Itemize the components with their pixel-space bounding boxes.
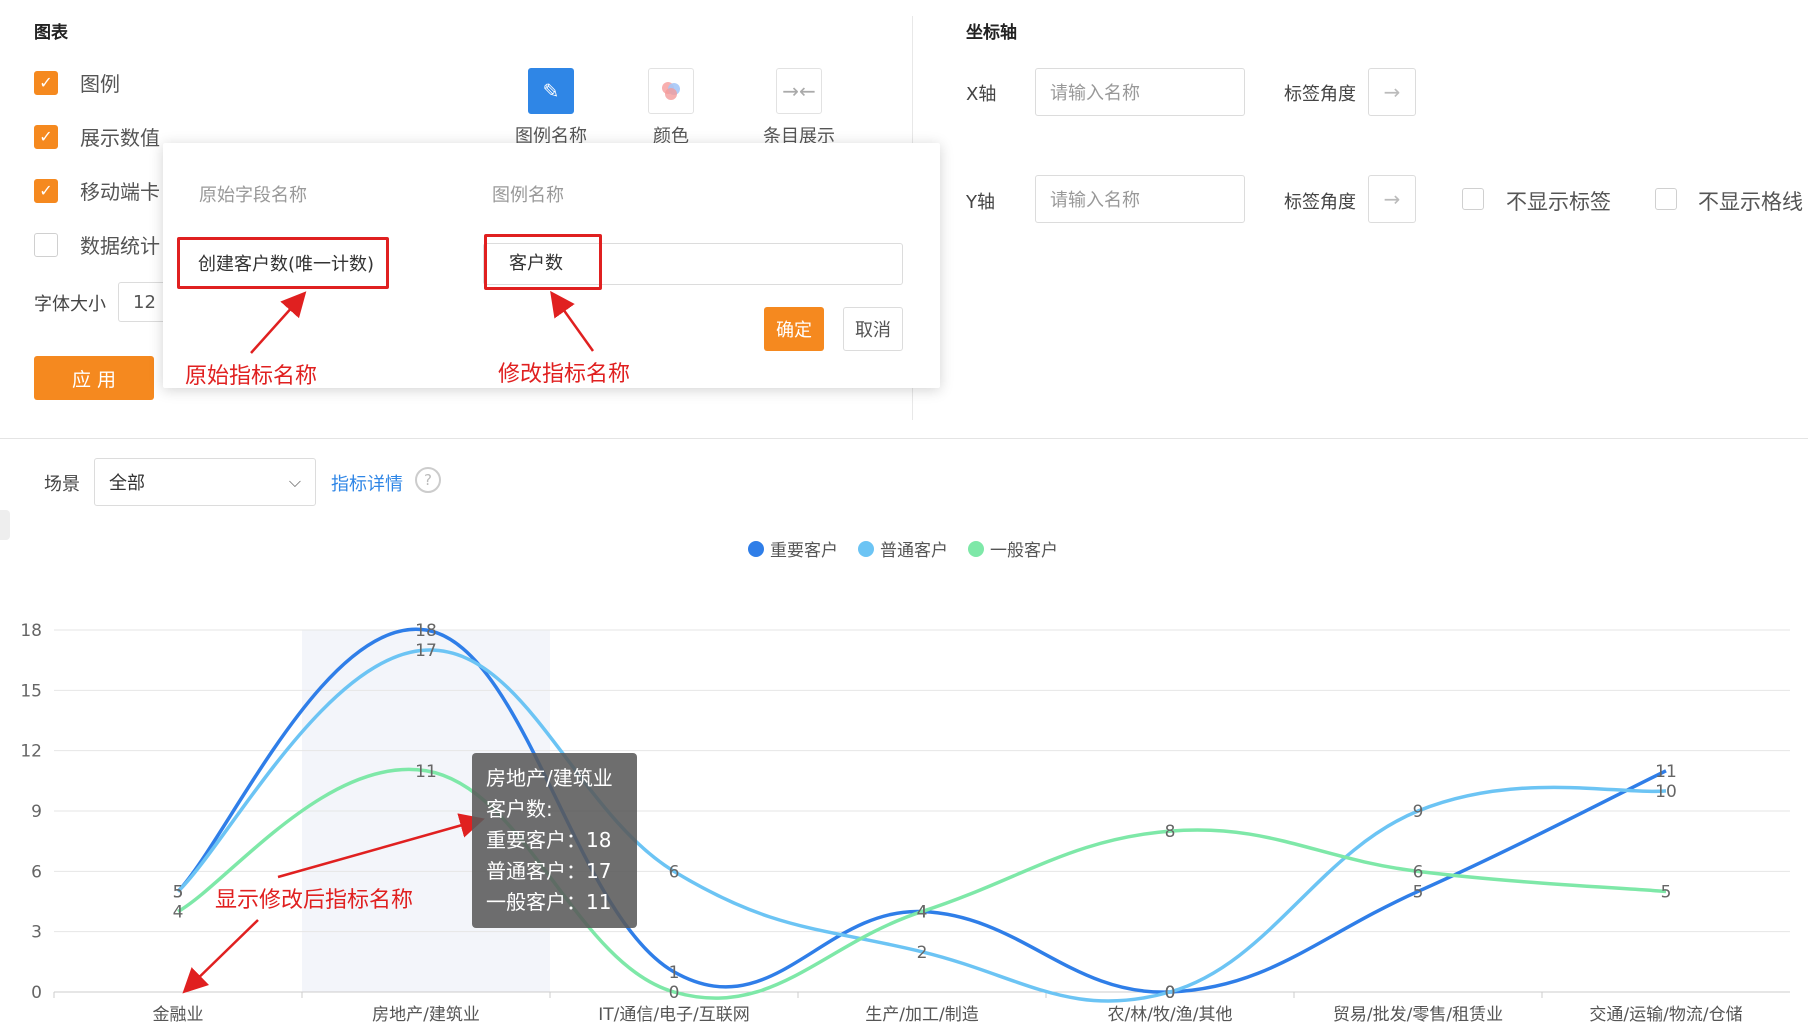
data-label: 0 (1165, 983, 1176, 1003)
pencil-icon[interactable]: ✎ (528, 68, 574, 114)
y-angle-arrow-icon[interactable]: → (1368, 175, 1416, 223)
side-drag-handle[interactable] (0, 510, 10, 540)
x-tick-label: 交通/运输/物流/仓储 (1589, 1005, 1742, 1025)
scene-label: 场景 (44, 474, 80, 495)
x-tick-label: 金融业 (153, 1005, 204, 1025)
y-tick-label: 18 (20, 621, 42, 641)
checkbox-mobile-card[interactable]: ✓ 移动端卡 (34, 176, 160, 205)
data-label: 5 (1413, 882, 1424, 902)
tooltip-category: 房地产/建筑业 (486, 766, 613, 790)
scene-select[interactable]: 全部 ⌵ (94, 458, 316, 506)
y-tick-label: 15 (20, 681, 42, 701)
x-axis-name-input[interactable]: 请输入名称 (1035, 68, 1245, 116)
metric-detail-link[interactable]: 指标详情 (331, 470, 403, 496)
font-size-value: 12 (133, 291, 156, 313)
x-tick-label: 贸易/批发/零售/租赁业 (1333, 1005, 1503, 1025)
arrow-to-legend-name (550, 290, 595, 352)
font-size-label: 字体大小 (34, 294, 106, 315)
legend-series-1-label: 重要客户 (770, 541, 838, 561)
checkbox-mobile-card-box[interactable]: ✓ (34, 178, 58, 203)
y-axis-name-input[interactable]: 请输入名称 (1035, 175, 1245, 223)
x-tick-label: 房地产/建筑业 (372, 1005, 480, 1025)
legend-series-2[interactable]: 普通客户 (858, 536, 948, 561)
tool-legend-name[interactable]: ✎ 图例名称 (514, 68, 588, 148)
y-axis-label: Y轴 (966, 192, 995, 213)
x-tick-label: IT/通信/电子/互联网 (598, 1005, 750, 1025)
data-label: 4 (917, 903, 928, 923)
legend-series-2-marker (858, 540, 874, 557)
app-root: 图表 ✓ 图例 ✓ 展示数值 ✓ 移动端卡 数据统计 字体大小 12 应 用 ✎… (0, 0, 1808, 1028)
legend-series-3[interactable]: 一般客户 (968, 536, 1058, 561)
data-label: 11 (1655, 762, 1677, 782)
data-label: 6 (1413, 862, 1424, 882)
tool-item-display[interactable]: →← 条目展示 (754, 68, 844, 148)
legend-series-3-marker (968, 540, 984, 557)
data-label: 6 (669, 862, 680, 882)
data-label: 2 (917, 943, 928, 963)
tooltip-row-2: 普通客户：17 (486, 859, 612, 883)
tooltip-row-3: 一般客户：11 (486, 890, 612, 914)
chart-legend: 重要客户 普通客户 一般客户 (748, 536, 1078, 561)
tooltip-metric: 客户数: (486, 797, 553, 821)
data-label: 1 (669, 963, 680, 983)
tool-color[interactable]: 颜色 (634, 68, 708, 148)
hide-labels-label: 不显示标签 (1506, 190, 1611, 214)
x-axis-label: X轴 (966, 84, 997, 105)
data-label: 8 (1165, 822, 1176, 842)
x-angle-label: 标签角度 (1284, 84, 1356, 105)
checkbox-data-stats-label: 数据统计 (80, 234, 160, 258)
data-label: 5 (1661, 882, 1672, 902)
checkbox-mobile-card-label: 移动端卡 (80, 180, 160, 204)
apply-button[interactable]: 应 用 (34, 356, 154, 400)
checkbox-show-values-box[interactable]: ✓ (34, 124, 58, 149)
checkbox-legend[interactable]: ✓ 图例 (34, 68, 120, 97)
legend-name-popup: 原始字段名称 图例名称 创建客户数(唯一计数) 客户数 确定 取消 原始指标名称… (163, 143, 940, 389)
chart-section-title: 图表 (34, 23, 68, 43)
collapse-arrows-icon[interactable]: →← (776, 68, 822, 114)
data-label: 11 (415, 762, 437, 782)
data-label: 9 (1413, 802, 1424, 822)
data-label: 10 (1655, 782, 1677, 802)
x-tick-label: 生产/加工/制造 (865, 1005, 978, 1025)
checkbox-data-stats-box[interactable] (34, 232, 58, 257)
legend-series-2-label: 普通客户 (880, 541, 948, 561)
checkbox-show-values[interactable]: ✓ 展示数值 (34, 122, 160, 151)
color-palette-icon[interactable] (648, 68, 694, 114)
chevron-down-icon: ⌵ (288, 472, 301, 491)
hide-labels-checkbox[interactable] (1462, 188, 1484, 210)
chart-tooltip: 房地产/建筑业 客户数: 重要客户：18 普通客户：17 一般客户：11 (472, 753, 637, 928)
legend-series-1[interactable]: 重要客户 (748, 536, 838, 561)
checkbox-legend-box[interactable]: ✓ (34, 70, 58, 95)
help-icon[interactable]: ? (415, 467, 441, 493)
y-angle-label: 标签角度 (1284, 192, 1356, 213)
section-divider (0, 438, 1808, 439)
axis-section-title: 坐标轴 (966, 23, 1017, 43)
y-tick-label: 12 (20, 742, 42, 762)
hide-grid-label: 不显示格线 (1698, 190, 1803, 214)
x-angle-arrow-icon[interactable]: → (1368, 68, 1416, 116)
legend-series-1-marker (748, 540, 764, 557)
hide-grid-checkbox[interactable] (1655, 188, 1677, 210)
data-label: 17 (415, 641, 437, 661)
arrow-to-original (250, 291, 307, 354)
legend-series-3-label: 一般客户 (990, 541, 1058, 561)
color-palette-icon-svg (662, 82, 680, 100)
x-tick-label: 农/林/牧/渔/其他 (1108, 1005, 1233, 1025)
tooltip-row-1: 重要客户：18 (486, 828, 612, 852)
data-label: 18 (415, 621, 437, 641)
checkbox-legend-label: 图例 (80, 72, 120, 96)
arrow-to-tooltip (277, 813, 485, 879)
popup-annotation-arrows (250, 290, 595, 354)
arrow-to-axis-label (182, 919, 259, 994)
scene-select-value: 全部 (109, 473, 145, 494)
data-label: 0 (669, 983, 680, 1003)
checkbox-show-values-label: 展示数值 (80, 126, 160, 150)
checkbox-data-stats[interactable]: 数据统计 (34, 230, 160, 259)
